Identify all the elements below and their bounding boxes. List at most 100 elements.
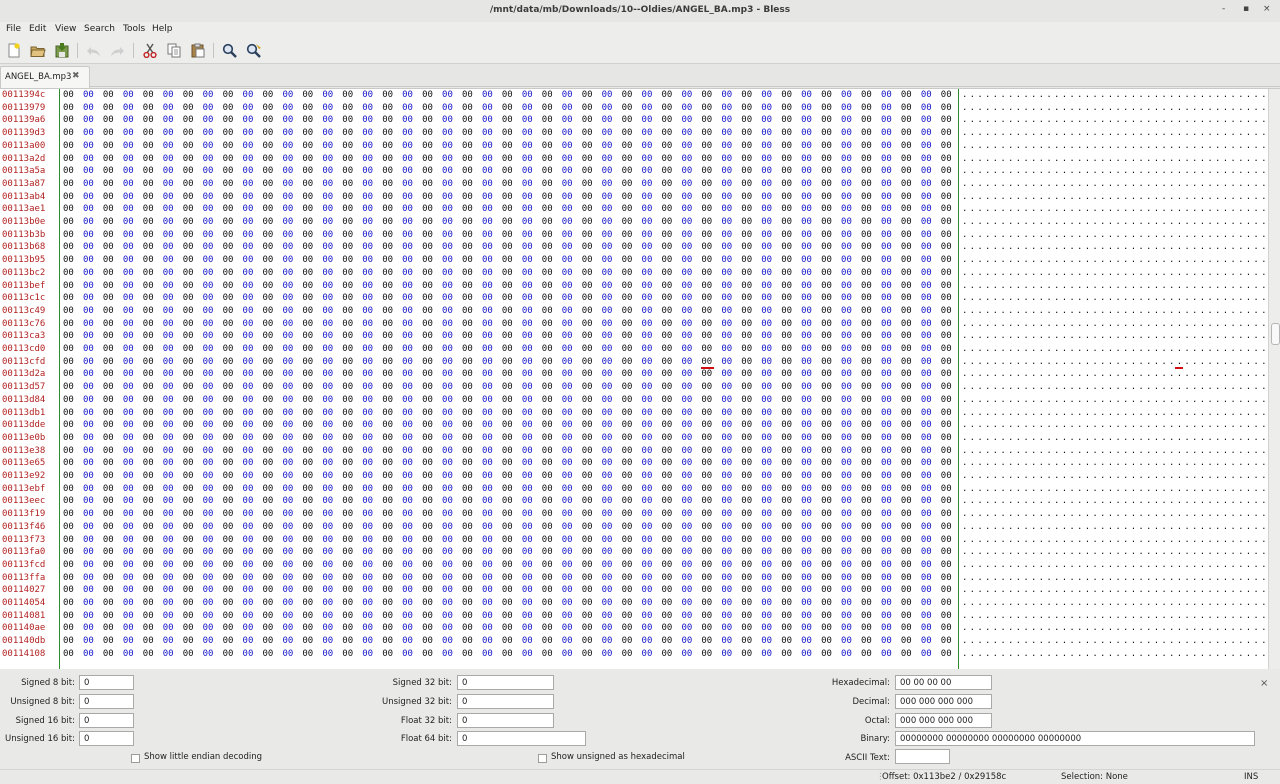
hex-byte[interactable]: 00 xyxy=(881,408,892,418)
hex-byte[interactable]: 00 xyxy=(781,115,792,125)
hex-byte[interactable]: 00 xyxy=(263,217,274,227)
hex-byte[interactable]: 00 xyxy=(302,560,313,570)
hex-byte[interactable]: 00 xyxy=(622,154,633,164)
hex-byte[interactable]: 00 xyxy=(562,357,573,367)
ascii-text[interactable]: ........................................… xyxy=(962,433,1280,443)
hex-byte[interactable]: 00 xyxy=(801,306,812,316)
hex-byte[interactable]: 00 xyxy=(701,522,712,532)
hex-byte[interactable]: 00 xyxy=(602,166,613,176)
hex-byte[interactable]: 00 xyxy=(761,344,772,354)
hex-byte[interactable]: 00 xyxy=(761,357,772,367)
hex-byte[interactable]: 00 xyxy=(861,293,872,303)
hex-byte[interactable]: 00 xyxy=(582,547,593,557)
hex-byte[interactable]: 00 xyxy=(781,255,792,265)
hex-byte[interactable]: 00 xyxy=(442,382,453,392)
hex-byte[interactable]: 00 xyxy=(741,649,752,659)
hex-byte[interactable]: 00 xyxy=(901,433,912,443)
hex-byte[interactable]: 00 xyxy=(542,344,553,354)
hex-byte[interactable]: 00 xyxy=(901,636,912,646)
hex-byte[interactable]: 00 xyxy=(282,357,293,367)
hex-byte[interactable]: 00 xyxy=(83,484,94,494)
hex-byte[interactable]: 00 xyxy=(642,484,653,494)
hex-byte[interactable]: 00 xyxy=(681,217,692,227)
hex-byte[interactable]: 00 xyxy=(602,446,613,456)
hex-byte[interactable]: 00 xyxy=(63,408,74,418)
hex-byte[interactable]: 00 xyxy=(243,319,254,329)
hex-byte[interactable]: 00 xyxy=(721,344,732,354)
hex-byte[interactable]: 00 xyxy=(921,255,932,265)
hex-byte[interactable]: 00 xyxy=(362,255,373,265)
hex-byte[interactable]: 00 xyxy=(801,585,812,595)
hex-byte[interactable]: 00 xyxy=(103,154,114,164)
hex-byte[interactable]: 00 xyxy=(562,535,573,545)
hex-byte[interactable]: 00 xyxy=(801,141,812,151)
hex-byte[interactable]: 00 xyxy=(841,281,852,291)
hex-byte[interactable]: 00 xyxy=(462,268,473,278)
hex-byte[interactable]: 00 xyxy=(562,115,573,125)
hex-byte[interactable]: 00 xyxy=(223,154,234,164)
hex-byte[interactable]: 00 xyxy=(881,255,892,265)
hex-byte[interactable]: 00 xyxy=(642,611,653,621)
hex-byte[interactable]: 00 xyxy=(103,636,114,646)
hex-byte[interactable]: 00 xyxy=(103,281,114,291)
find-icon[interactable] xyxy=(220,42,238,59)
hex-byte[interactable]: 00 xyxy=(841,382,852,392)
hex-byte[interactable]: 00 xyxy=(622,306,633,316)
hex-byte[interactable]: 00 xyxy=(83,204,94,214)
hex-byte[interactable]: 00 xyxy=(462,433,473,443)
hex-byte[interactable]: 00 xyxy=(781,242,792,252)
hex-byte[interactable]: 00 xyxy=(582,395,593,405)
hex-byte[interactable]: 00 xyxy=(103,433,114,443)
unsigned16-field[interactable]: 0 xyxy=(79,731,134,746)
hex-byte[interactable]: 00 xyxy=(143,535,154,545)
hex-byte[interactable]: 00 xyxy=(841,636,852,646)
hex-byte[interactable]: 00 xyxy=(243,573,254,583)
hex-byte[interactable]: 00 xyxy=(741,179,752,189)
hex-byte[interactable]: 00 xyxy=(462,382,473,392)
hex-byte[interactable]: 00 xyxy=(63,242,74,252)
hex-byte[interactable]: 00 xyxy=(502,420,513,430)
hex-byte[interactable]: 00 xyxy=(502,319,513,329)
hex-byte[interactable]: 00 xyxy=(701,369,712,379)
hex-byte[interactable]: 00 xyxy=(642,458,653,468)
hex-byte[interactable]: 00 xyxy=(223,369,234,379)
hex-byte[interactable]: 00 xyxy=(143,408,154,418)
hex-byte[interactable]: 00 xyxy=(63,281,74,291)
hex-byte[interactable]: 00 xyxy=(163,408,174,418)
hex-byte[interactable]: 00 xyxy=(302,281,313,291)
hex-byte[interactable]: 00 xyxy=(382,293,393,303)
hex-byte[interactable]: 00 xyxy=(123,103,134,113)
hex-byte[interactable]: 00 xyxy=(203,496,214,506)
hex-byte[interactable]: 00 xyxy=(602,560,613,570)
hex-byte[interactable]: 00 xyxy=(662,128,673,138)
hex-byte[interactable]: 00 xyxy=(622,560,633,570)
hex-byte[interactable]: 00 xyxy=(562,230,573,240)
hex-byte[interactable]: 00 xyxy=(941,471,952,481)
hex-byte[interactable]: 00 xyxy=(482,319,493,329)
hex-byte[interactable]: 00 xyxy=(143,471,154,481)
hex-byte[interactable]: 00 xyxy=(63,230,74,240)
hex-byte[interactable]: 00 xyxy=(382,522,393,532)
hex-byte[interactable]: 00 xyxy=(282,369,293,379)
hex-byte[interactable]: 00 xyxy=(582,471,593,481)
hex-byte[interactable]: 00 xyxy=(582,636,593,646)
hex-byte[interactable]: 00 xyxy=(901,306,912,316)
hex-byte[interactable]: 00 xyxy=(203,446,214,456)
hex-byte[interactable]: 00 xyxy=(462,166,473,176)
hex-byte[interactable]: 00 xyxy=(681,281,692,291)
hex-byte[interactable]: 00 xyxy=(462,281,473,291)
hex-byte[interactable]: 00 xyxy=(422,382,433,392)
hex-byte[interactable]: 00 xyxy=(63,331,74,341)
hex-byte[interactable]: 00 xyxy=(721,103,732,113)
hex-byte[interactable]: 00 xyxy=(462,408,473,418)
hex-byte[interactable]: 00 xyxy=(602,408,613,418)
hex-byte[interactable]: 00 xyxy=(741,115,752,125)
hex-byte[interactable]: 00 xyxy=(143,522,154,532)
hex-byte[interactable]: 00 xyxy=(781,293,792,303)
hex-byte[interactable]: 00 xyxy=(183,585,194,595)
hex-byte[interactable]: 00 xyxy=(502,103,513,113)
hex-byte[interactable]: 00 xyxy=(442,281,453,291)
ascii-text[interactable]: ........................................… xyxy=(962,103,1280,113)
close-window-button[interactable]: × xyxy=(1263,4,1271,14)
hex-byte[interactable]: 00 xyxy=(183,230,194,240)
